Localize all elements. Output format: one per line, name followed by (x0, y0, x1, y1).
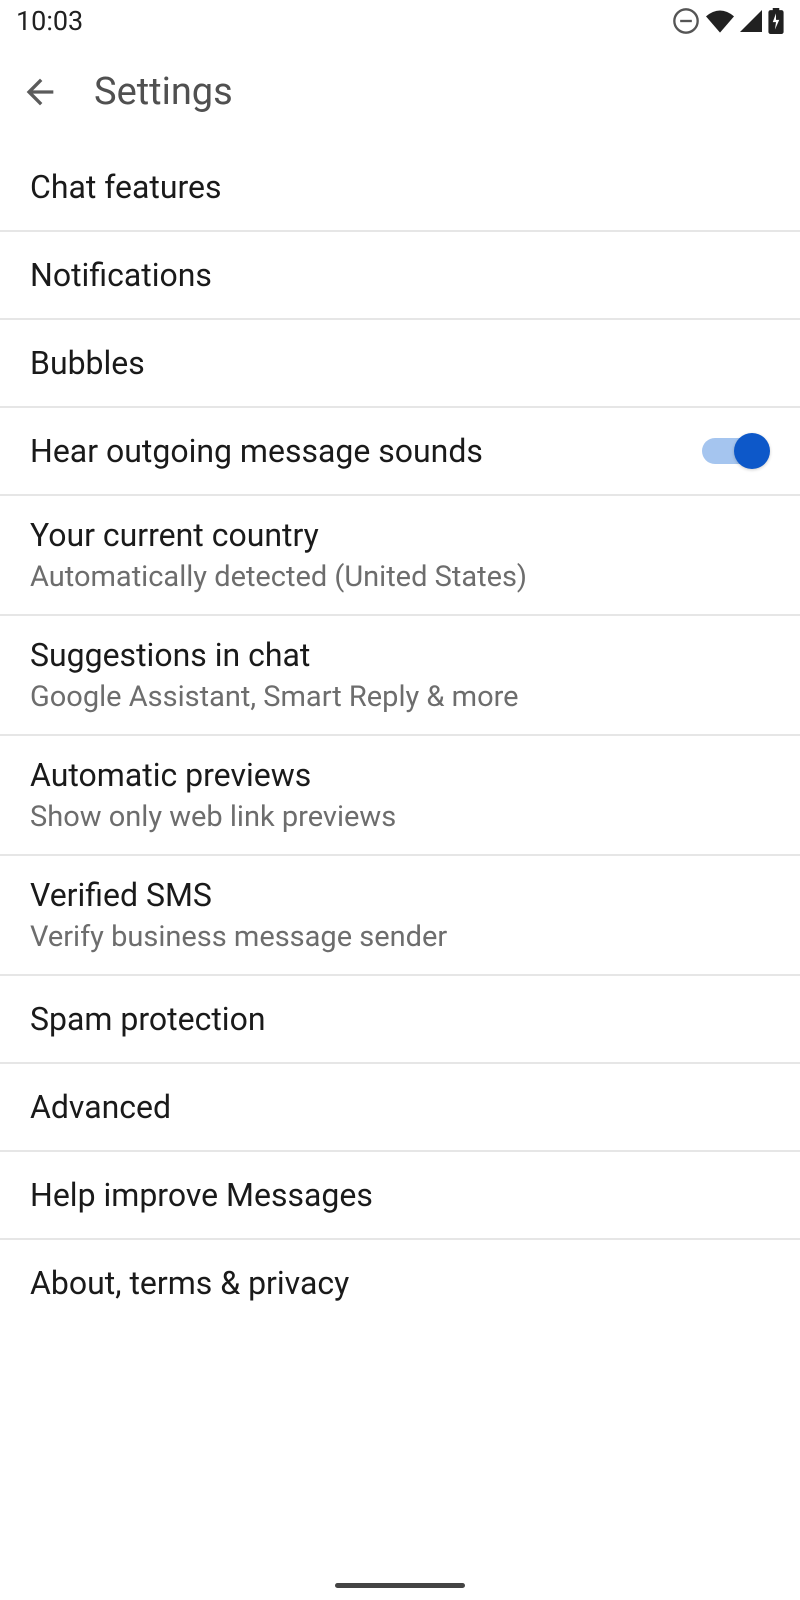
setting-title: Your current country (30, 516, 770, 554)
setting-subtitle: Show only web link previews (30, 800, 770, 834)
setting-title: Suggestions in chat (30, 636, 770, 674)
setting-chat-features[interactable]: Chat features (0, 144, 800, 232)
setting-title: Chat features (30, 168, 770, 206)
arrow-left-icon (20, 72, 60, 112)
page-title: Settings (94, 70, 233, 114)
setting-title: Hear outgoing message sounds (30, 432, 702, 470)
setting-subtitle: Google Assistant, Smart Reply & more (30, 680, 770, 714)
setting-notifications[interactable]: Notifications (0, 232, 800, 320)
setting-title: Bubbles (30, 344, 770, 382)
setting-title: Verified SMS (30, 876, 770, 914)
setting-subtitle: Automatically detected (United States) (30, 560, 770, 594)
setting-bubbles[interactable]: Bubbles (0, 320, 800, 408)
setting-title: Spam protection (30, 1000, 770, 1038)
setting-current-country[interactable]: Your current country Automatically detec… (0, 496, 800, 616)
setting-title: About, terms & privacy (30, 1264, 770, 1302)
setting-title: Notifications (30, 256, 770, 294)
battery-icon (768, 8, 784, 34)
setting-automatic-previews[interactable]: Automatic previews Show only web link pr… (0, 736, 800, 856)
do-not-disturb-icon (672, 7, 700, 35)
settings-list: Chat features Notifications Bubbles Hear… (0, 144, 800, 1326)
status-bar: 10:03 (0, 0, 800, 42)
cellular-signal-icon (740, 10, 762, 32)
setting-title: Automatic previews (30, 756, 770, 794)
toggle-switch[interactable] (702, 433, 770, 469)
back-button[interactable] (14, 66, 66, 118)
status-time: 10:03 (16, 5, 83, 37)
setting-suggestions-in-chat[interactable]: Suggestions in chat Google Assistant, Sm… (0, 616, 800, 736)
setting-title: Advanced (30, 1088, 770, 1126)
setting-verified-sms[interactable]: Verified SMS Verify business message sen… (0, 856, 800, 976)
setting-subtitle: Verify business message sender (30, 920, 770, 954)
setting-advanced[interactable]: Advanced (0, 1064, 800, 1152)
wifi-icon (706, 9, 734, 33)
setting-hear-outgoing-sounds[interactable]: Hear outgoing message sounds (0, 408, 800, 496)
app-bar: Settings (0, 42, 800, 142)
navigation-handle[interactable] (335, 1583, 465, 1588)
setting-title: Help improve Messages (30, 1176, 770, 1214)
setting-help-improve-messages[interactable]: Help improve Messages (0, 1152, 800, 1240)
status-icons (672, 7, 784, 35)
setting-spam-protection[interactable]: Spam protection (0, 976, 800, 1064)
setting-about-terms-privacy[interactable]: About, terms & privacy (0, 1240, 800, 1326)
